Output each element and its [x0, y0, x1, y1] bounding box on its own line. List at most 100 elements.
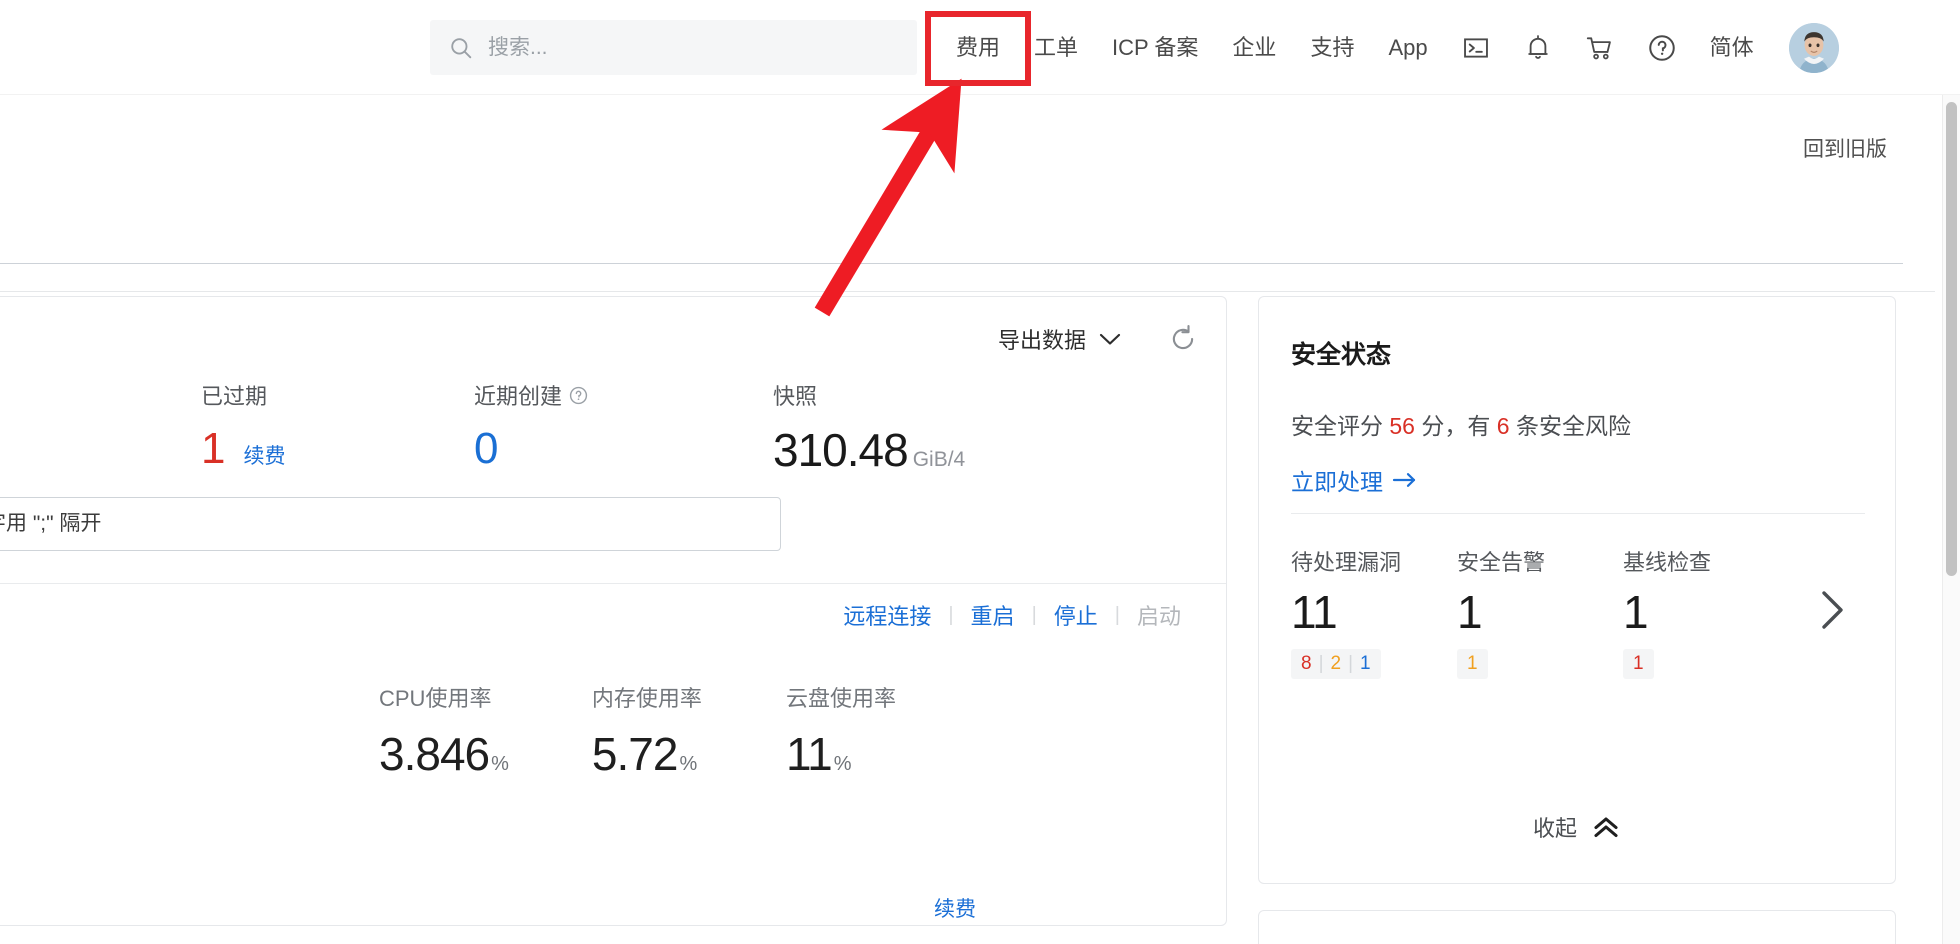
security-score-text: 安全评分 56 分，有 6 条安全风险	[1291, 407, 1631, 441]
header-divider	[0, 263, 1903, 264]
vertical-scrollbar-thumb[interactable]	[1946, 102, 1957, 576]
chevron-down-icon	[1098, 331, 1122, 347]
refresh-button[interactable]	[1168, 324, 1198, 354]
metric-vulnerabilities[interactable]: 待处理漏洞 11 8 | 2 | 1	[1291, 545, 1457, 679]
usage-cpu-value-row: 3.846 %	[379, 727, 508, 781]
instance-usage-metrics: CPU使用率 3.846 % 内存使用率 5.72 % 云盘使用率	[379, 681, 896, 781]
badge-separator: |	[1319, 653, 1324, 675]
metric-baseline-check-badges: 1	[1623, 649, 1654, 679]
overview-divider-top	[0, 583, 1226, 584]
security-score-mid: 分，有	[1421, 413, 1490, 439]
nav-link-icp[interactable]: ICP 备案	[1095, 37, 1215, 59]
metric-security-alerts-badges: 1	[1457, 649, 1488, 679]
sub-header: 回到旧版	[0, 95, 1935, 215]
security-metrics-next-button[interactable]	[1815, 587, 1849, 638]
usage-disk-value: 11	[786, 727, 832, 781]
cart-button[interactable]	[1573, 28, 1627, 68]
stat-snapshot: 快照 310.48 GiB/4	[773, 379, 965, 473]
security-risk-count: 6	[1497, 413, 1510, 439]
metric-baseline-check-value: 1	[1623, 589, 1789, 635]
notifications-button[interactable]	[1511, 28, 1565, 68]
metric-vulnerabilities-badges: 8 | 2 | 1	[1291, 649, 1381, 679]
badge-separator: |	[1348, 653, 1353, 675]
refresh-icon	[1168, 324, 1198, 354]
stat-recent-created-value: 0	[474, 427, 498, 471]
security-card-divider	[1291, 513, 1865, 514]
nav-links: 费用 工单 ICP 备案 企业 支持 App	[939, 28, 1771, 68]
usage-memory-value-row: 5.72 %	[592, 727, 702, 781]
nav-link-support[interactable]: 支持	[1293, 37, 1371, 59]
instance-action-links: 远程连接 | 重启 | 停止 | 启动	[826, 599, 1198, 631]
overview-card-toolbar: 导出数据	[998, 323, 1198, 355]
search-icon	[448, 35, 474, 61]
action-start: 启动	[1120, 599, 1198, 631]
stat-recent-created-value-row: 0	[474, 427, 588, 471]
usage-disk: 云盘使用率 11 %	[786, 681, 896, 781]
terminal-icon	[1462, 34, 1490, 62]
user-avatar[interactable]	[1789, 23, 1839, 73]
global-search-input[interactable]	[488, 36, 899, 60]
help-button[interactable]	[1635, 28, 1689, 68]
security-score-suffix: 条安全风险	[1516, 413, 1631, 439]
usage-disk-value-row: 11 %	[786, 727, 896, 781]
export-data-button[interactable]: 导出数据	[998, 323, 1122, 355]
usage-cpu: CPU使用率 3.846 %	[379, 681, 508, 781]
nav-link-enterprise[interactable]: 企业	[1215, 37, 1293, 59]
security-collapse-label: 收起	[1533, 811, 1577, 843]
badge-high: 8	[1301, 653, 1312, 675]
top-navigation-bar: 费用 工单 ICP 备案 企业 支持 App	[0, 0, 1960, 95]
security-metrics: 待处理漏洞 11 8 | 2 | 1 安全告警 1 1	[1291, 545, 1849, 679]
usage-cpu-value: 3.846	[379, 727, 489, 781]
language-switcher[interactable]: 简体	[1693, 37, 1771, 59]
metric-baseline-check-label: 基线检查	[1623, 545, 1789, 577]
usage-memory-unit: %	[679, 753, 696, 776]
global-search-box[interactable]	[430, 20, 917, 75]
usage-cpu-label: CPU使用率	[379, 681, 508, 713]
usage-memory: 内存使用率 5.72 %	[592, 681, 702, 781]
main-content: 导出数据 已过期 1 续费	[0, 296, 1935, 944]
common-functions-card: 常用功能	[1258, 910, 1896, 944]
usage-disk-unit: %	[834, 753, 851, 776]
cart-icon	[1585, 34, 1615, 62]
bell-icon	[1524, 33, 1552, 63]
metric-vulnerabilities-value: 11	[1291, 589, 1457, 635]
security-collapse-toggle[interactable]: 收起	[1259, 811, 1895, 843]
stat-snapshot-value: 310.48	[773, 427, 908, 473]
security-score-value: 56	[1389, 413, 1415, 439]
security-handle-now-label: 立即处理	[1291, 463, 1383, 497]
action-stop[interactable]: 停止	[1037, 599, 1115, 631]
badge-baseline: 1	[1633, 653, 1644, 675]
security-handle-now-link[interactable]: 立即处理	[1291, 463, 1418, 497]
badge-low: 1	[1360, 653, 1371, 675]
stat-snapshot-value-row: 310.48 GiB/4	[773, 427, 965, 473]
stat-expired-value-row: 1 续费	[201, 427, 285, 471]
stat-recent-created-label: 近期创建	[474, 379, 588, 411]
stat-expired: 已过期 1 续费	[201, 379, 285, 471]
metric-security-alerts[interactable]: 安全告警 1 1	[1457, 545, 1623, 679]
stat-snapshot-unit: GiB/4	[913, 448, 966, 472]
metric-security-alerts-value: 1	[1457, 589, 1623, 635]
instance-search-box[interactable]	[0, 497, 781, 551]
security-card-title: 安全状态	[1291, 335, 1391, 371]
nav-link-tickets[interactable]: 工单	[1017, 37, 1095, 59]
metric-security-alerts-label: 安全告警	[1457, 545, 1623, 577]
metric-baseline-check[interactable]: 基线检查 1 1	[1623, 545, 1789, 679]
stat-recent-created-text: 近期创建	[474, 379, 562, 411]
overview-card: 导出数据 已过期 1 续费	[0, 296, 1227, 926]
usage-memory-value: 5.72	[592, 727, 678, 781]
overview-renew-link[interactable]: 续费	[934, 893, 976, 923]
help-circle-icon[interactable]	[569, 386, 588, 405]
help-icon	[1647, 33, 1677, 63]
back-to-old-version-link[interactable]: 回到旧版	[1803, 133, 1887, 163]
action-remote-connect[interactable]: 远程连接	[826, 599, 948, 631]
nav-link-billing[interactable]: 费用	[939, 37, 1017, 59]
metric-vulnerabilities-label: 待处理漏洞	[1291, 545, 1457, 577]
nav-link-app[interactable]: App	[1371, 37, 1444, 59]
stat-expired-renew-link[interactable]: 续费	[243, 440, 285, 470]
security-score-prefix: 安全评分	[1291, 413, 1383, 439]
badge-alert: 1	[1467, 653, 1478, 675]
terminal-button[interactable]	[1449, 28, 1503, 68]
chevron-right-icon	[1815, 587, 1849, 633]
action-restart[interactable]: 重启	[954, 599, 1032, 631]
instance-search-input[interactable]	[0, 512, 764, 536]
